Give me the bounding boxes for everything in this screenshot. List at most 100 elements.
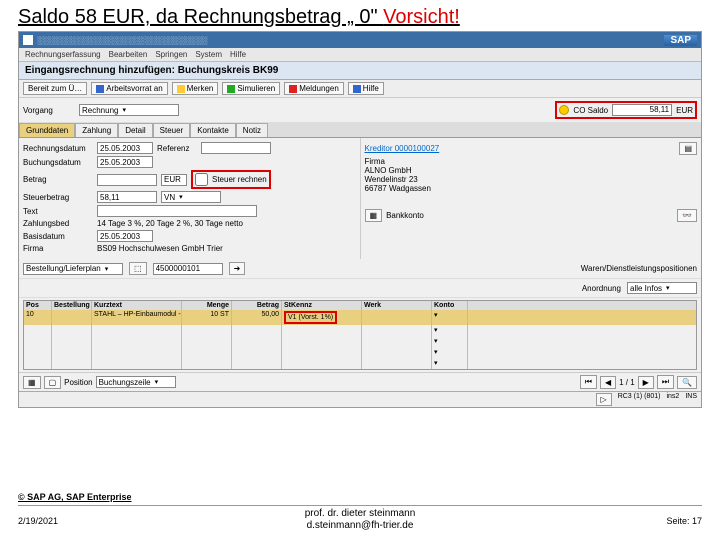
help-button[interactable]: Hilfe [348, 82, 384, 95]
lbl: Buchungsdatum [23, 158, 93, 167]
th: Werk [362, 301, 432, 310]
menu-item[interactable]: Bearbeiten [109, 50, 148, 59]
layout-label: Anordnung [582, 284, 621, 293]
left-panel: RechnungsdatumReferenz Buchungsdatum Bet… [19, 138, 360, 259]
layout-select[interactable]: alle Infos [627, 282, 697, 294]
referenz-input[interactable] [201, 142, 271, 154]
items-label: Waren/Dienstleistungspositionen [581, 264, 697, 273]
table-row[interactable]: ▾ [24, 347, 696, 358]
select-all-button[interactable]: ▦ [23, 376, 41, 389]
page-number: Seite: 17 [666, 516, 702, 526]
last-page-button[interactable]: ⏭ [657, 375, 674, 389]
th: Menge [182, 301, 232, 310]
rechnungsdatum-input[interactable] [97, 142, 153, 154]
zahlungsbed-value: 14 Tage 3 %, 20 Tage 2 %, 30 Tage netto [97, 219, 243, 228]
tab-zahlung[interactable]: Zahlung [75, 123, 118, 137]
table-row[interactable]: 10 STAHL – HP-Einbaumodul - N 10 ST 50,0… [24, 310, 696, 325]
tab-detail[interactable]: Detail [118, 123, 152, 137]
table-header: Pos Bestellung Kurztext Menge Betrag StK… [24, 301, 696, 310]
firma-value: BS09 Hochschulwesen GmbH Trier [97, 244, 223, 253]
tab-steuer[interactable]: Steuer [153, 123, 191, 137]
addr: Firma [365, 157, 698, 166]
prev-page-button[interactable]: ◀ [600, 376, 616, 389]
po-row: Bestellung/Lieferplan ⬚ ➜ Waren/Dienstle… [19, 259, 701, 279]
tab-notiz[interactable]: Notiz [236, 123, 268, 137]
po-input[interactable] [153, 263, 223, 275]
screen-title: Eingangsrechnung hinzufügen: Buchungskre… [19, 62, 701, 80]
page-indicator: 1 / 1 [619, 378, 635, 387]
lbl: Text [23, 207, 93, 216]
td: ▾ [432, 310, 468, 325]
search-icon[interactable]: 🔍 [677, 376, 697, 389]
titlebar: ░░░░░░░░░░░░░░░░░░░░░░░░░░░░░░ SAP [19, 32, 701, 48]
th: Konto [432, 301, 468, 310]
tab-grunddaten[interactable]: Grunddaten [19, 123, 75, 137]
bank-icon[interactable]: ▦ [365, 209, 383, 222]
po-f4[interactable]: ⬚ [129, 262, 147, 275]
td [362, 310, 432, 325]
worklist-button[interactable]: Arbeitsvorrat an [91, 82, 167, 95]
th: Bestellung [52, 301, 92, 310]
pager: ▦ ▢ Position Buchungszeile ⏮ ◀ 1 / 1 ▶ ⏭… [19, 372, 701, 391]
book-icon[interactable]: ▤ [679, 142, 697, 155]
betrag-input[interactable] [97, 174, 157, 186]
title-text: Saldo 58 EUR, da Rechnungsbetrag „ 0" [18, 6, 383, 28]
layout-row: Anordnung alle Infos [19, 279, 701, 298]
menu-item[interactable]: Hilfe [230, 50, 246, 59]
stkennz-value: V1 (Vorst. 1%) [288, 314, 333, 321]
th: Kurztext [92, 301, 182, 310]
po-add[interactable]: ➜ [229, 262, 246, 275]
lbl: Firma [23, 244, 93, 253]
buchungsdatum-input[interactable] [97, 156, 153, 168]
table-row[interactable]: ▾ [24, 325, 696, 336]
steuer-rechnen-checkbox[interactable] [195, 173, 208, 186]
menu-item[interactable]: System [195, 50, 222, 59]
th: Betrag [232, 301, 282, 310]
basisdatum-input[interactable] [97, 230, 153, 242]
steuer-select[interactable]: VN [161, 191, 221, 203]
ready-button[interactable]: Bereit zum Ü… [23, 82, 87, 95]
currency: EUR [161, 174, 187, 186]
vorgang-select[interactable]: Rechnung [79, 104, 179, 116]
lbl: Referenz [157, 144, 197, 153]
display-icon[interactable]: 👓 [677, 209, 697, 222]
status-icon[interactable]: ▷ [596, 393, 612, 406]
help-icon [353, 85, 361, 93]
system-id: RC3 (1) (801) [618, 393, 661, 406]
hold-button[interactable]: Merken [172, 82, 219, 95]
alert-icon [289, 85, 297, 93]
slide-title: Saldo 58 EUR, da Rechnungsbetrag „ 0" Vo… [0, 0, 720, 31]
text-input[interactable] [97, 205, 257, 217]
addr: 66787 Wadgassen [365, 184, 698, 193]
lbl: Steuerbetrag [23, 193, 93, 202]
th: StKennz [282, 301, 362, 310]
menu-item[interactable]: Rechnungserfassung [25, 50, 101, 59]
addr: Wendelinstr 23 [365, 175, 698, 184]
tab-kontakte[interactable]: Kontakte [190, 123, 236, 137]
lbl: Rechnungsdatum [23, 144, 93, 153]
window-menu: ░░░░░░░░░░░░░░░░░░░░░░░░░░░░░░ [37, 36, 207, 45]
menubar: Rechnungserfassung Bearbeiten Springen S… [19, 48, 701, 62]
first-page-button[interactable]: ⏮ [580, 375, 597, 389]
toolbar: Bereit zum Ü… Arbeitsvorrat an Merken Si… [19, 80, 701, 98]
messages-button[interactable]: Meldungen [284, 82, 344, 95]
kreditor-link[interactable]: Kreditor 0000100027 [365, 144, 440, 153]
table-row[interactable]: ▾ [24, 358, 696, 369]
lbl: Basisdatum [23, 232, 93, 241]
ref-type-select[interactable]: Bestellung/Lieferplan [23, 263, 123, 275]
sap-logo: SAP [664, 35, 697, 46]
simulate-button[interactable]: Simulieren [222, 82, 280, 95]
table-row[interactable]: ▾ [24, 336, 696, 347]
insert-mode: INS [685, 393, 697, 406]
next-page-button[interactable]: ▶ [638, 376, 654, 389]
steuerbetrag-input[interactable] [97, 191, 157, 203]
deselect-button[interactable]: ▢ [44, 376, 62, 389]
pin-icon [177, 85, 185, 93]
list-icon [96, 85, 104, 93]
th: Pos [24, 301, 52, 310]
transaction-row: Vorgang Rechnung CO Saldo 58,11 EUR [19, 98, 701, 123]
menu-item[interactable]: Springen [155, 50, 187, 59]
bank-label: Bankkonto [386, 211, 424, 220]
sort-select[interactable]: Buchungszeile [96, 376, 176, 388]
warning-icon [559, 105, 569, 115]
